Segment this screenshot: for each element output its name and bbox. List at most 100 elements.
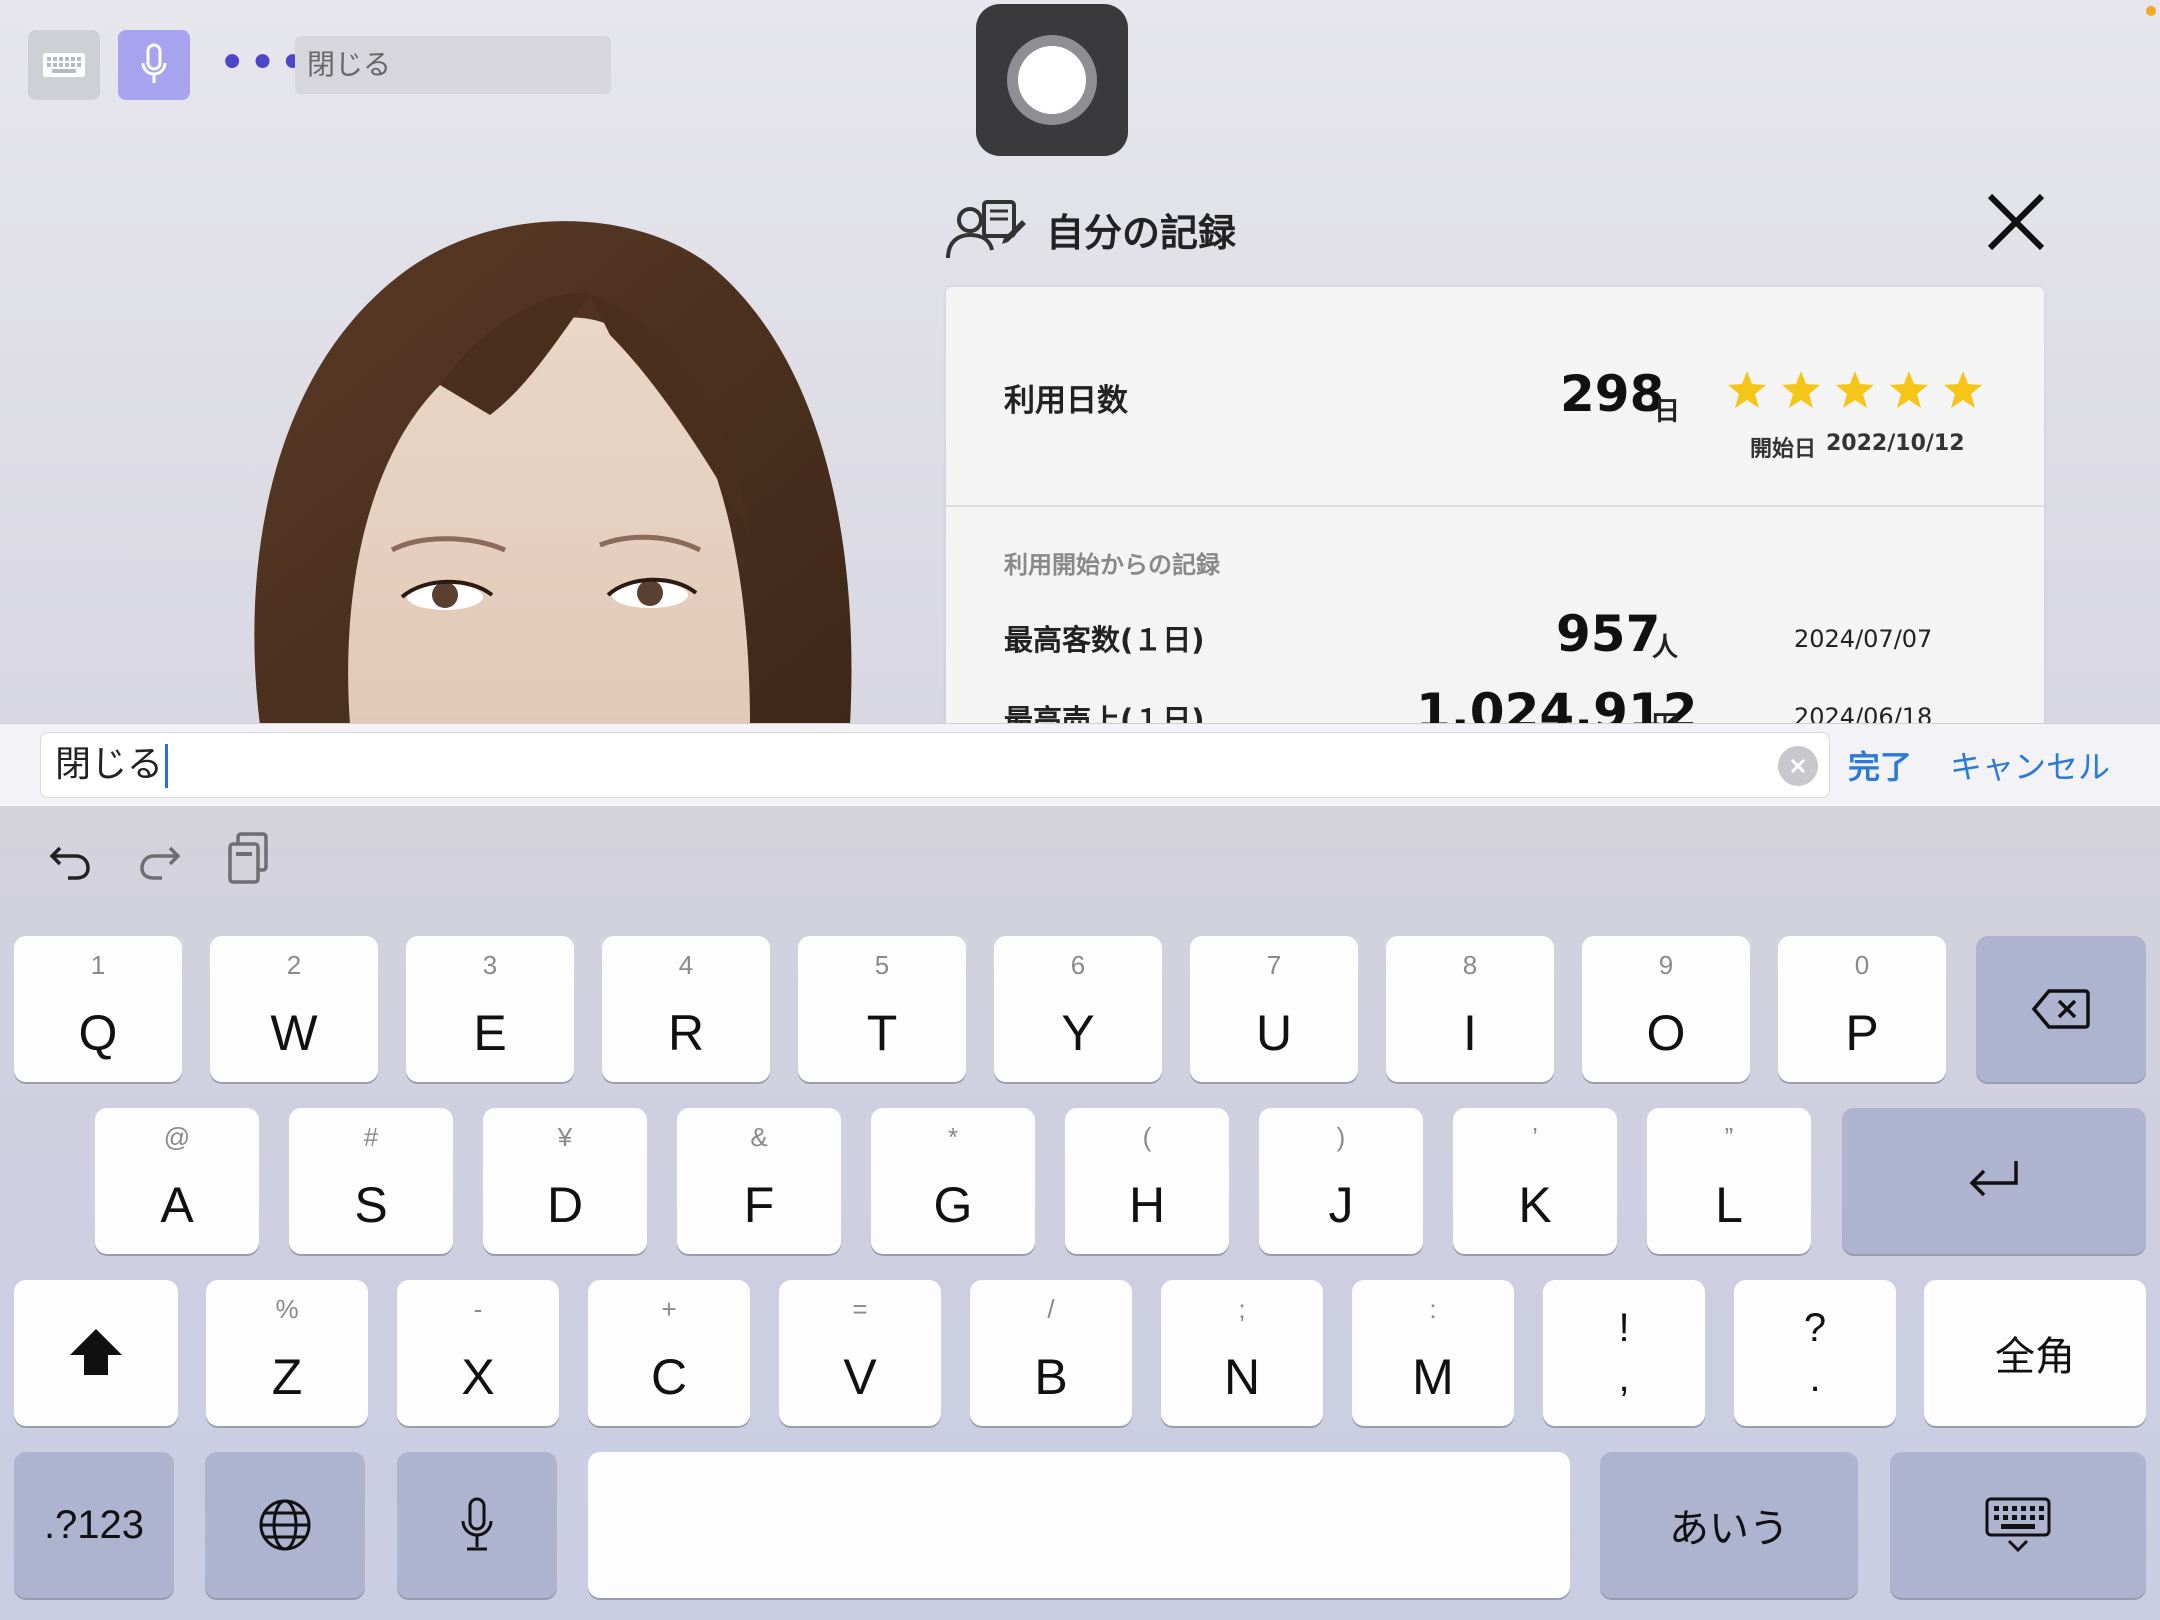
software-keyboard: 1 Q 2 W 3 E 4 R 5 T 6 Y 7 U 8 I 9 O 0 P @ A # S ¥ D & F * G(H) J’ K” L% Z… — [0, 806, 2160, 1620]
key-a[interactable]: @ A — [95, 1108, 259, 1254]
key-b[interactable]: / B — [970, 1280, 1132, 1426]
key-k[interactable]: ’ K — [1453, 1108, 1617, 1254]
key-x[interactable]: -X — [397, 1280, 559, 1426]
key-p[interactable]: 0P — [1778, 936, 1946, 1082]
key-u[interactable]: 7U — [1190, 936, 1358, 1082]
close-icon[interactable] — [1984, 190, 2048, 254]
key-c[interactable]: + C — [588, 1280, 750, 1426]
key-hint: ’ — [1532, 1122, 1538, 1152]
star-icon — [1890, 371, 1928, 408]
cancel-button[interactable]: キャンセル — [1950, 742, 2110, 788]
numbers-key[interactable]: .?123 — [14, 1452, 174, 1598]
record-icon — [1007, 35, 1097, 125]
usage-days-label: 利用日数 — [1004, 383, 1128, 419]
key-m[interactable]: :M — [1352, 1280, 1514, 1426]
key-j[interactable]: ) J — [1259, 1108, 1423, 1254]
key-r[interactable]: 4R — [602, 936, 770, 1082]
dictation-key[interactable] — [397, 1452, 557, 1598]
backspace-key[interactable] — [1976, 936, 2146, 1082]
backspace-icon — [2031, 989, 2090, 1029]
key-label: O — [1646, 1005, 1686, 1061]
undo-icon[interactable] — [46, 834, 94, 882]
key-hint: + — [661, 1294, 677, 1324]
key-label: .?123 — [43, 1502, 145, 1547]
text-input[interactable]: 閉じる — [40, 732, 1830, 798]
key-hint: - — [473, 1294, 483, 1324]
key-t[interactable]: 5T — [798, 936, 966, 1082]
clear-text-button[interactable] — [1778, 746, 1818, 786]
redo-icon[interactable] — [136, 834, 184, 882]
text-input-bar: 閉じる 完了 キャンセル — [0, 723, 2160, 806]
record-unit: 人 — [1652, 633, 1679, 663]
shift-key[interactable] — [14, 1280, 178, 1426]
done-button[interactable]: 完了 — [1848, 742, 1912, 788]
key-i[interactable]: 8I — [1386, 936, 1554, 1082]
fullwidth-key[interactable]: 全角 — [1924, 1280, 2146, 1426]
record-unit: 円 — [1652, 705, 1678, 723]
start-date-value: 2022/10/12 — [1826, 431, 1965, 456]
key-hint: 9 — [1658, 950, 1674, 980]
key-hint: # — [363, 1122, 379, 1152]
key-hint: 4 — [678, 950, 694, 980]
keyboard-dismiss-icon — [1985, 1497, 2051, 1553]
key-label: Y — [1061, 1005, 1095, 1061]
key-e[interactable]: 3E — [406, 936, 574, 1082]
star-icon — [1782, 371, 1820, 408]
key-v[interactable]: = V — [779, 1280, 941, 1426]
hide-keyboard-key[interactable] — [1890, 1452, 2146, 1598]
key-label: H — [1128, 1177, 1166, 1233]
key-label: D — [546, 1177, 584, 1233]
key-o[interactable]: 9O — [1582, 936, 1750, 1082]
top-text-field[interactable]: 閉じる — [295, 36, 611, 94]
usage-days-unit: 日 — [1654, 397, 1681, 427]
rating-stars — [1726, 369, 1984, 411]
key-label: S — [354, 1177, 388, 1233]
text-caret — [165, 744, 169, 788]
key-label: T — [866, 1005, 898, 1061]
key-exclamation[interactable]: !, — [1543, 1280, 1705, 1426]
key-f[interactable]: & F — [677, 1108, 841, 1254]
clear-icon — [1790, 758, 1806, 774]
key-label: B — [1034, 1349, 1068, 1405]
key-label: G — [933, 1177, 973, 1233]
key-y[interactable]: 6Y — [994, 936, 1162, 1082]
key-l[interactable]: ” L — [1647, 1108, 1811, 1254]
key-h[interactable]: (H — [1065, 1108, 1229, 1254]
record-button[interactable] — [976, 4, 1128, 156]
start-date-label: 開始日 — [1750, 437, 1817, 462]
key-hint: & — [750, 1122, 768, 1152]
key-label: E — [473, 1005, 507, 1061]
key-q[interactable]: 1Q — [14, 936, 182, 1082]
section-title: 利用開始からの記録 — [1004, 551, 1220, 579]
star-icon — [1944, 371, 1982, 408]
key-z[interactable]: % Z — [206, 1280, 368, 1426]
key-n[interactable]: ; N — [1161, 1280, 1323, 1426]
key-d[interactable]: ¥ D — [483, 1108, 647, 1254]
keyboard-toggle-button[interactable] — [28, 30, 100, 100]
key-hint: / — [1047, 1294, 1055, 1324]
key-label: X — [461, 1349, 495, 1405]
record-label: 最高客数(１日) — [1004, 623, 1205, 657]
key-w[interactable]: 2W — [210, 936, 378, 1082]
microphone-button[interactable] — [118, 30, 190, 100]
globe-key[interactable] — [205, 1452, 365, 1598]
key-hint: @ — [163, 1122, 191, 1152]
key-question[interactable]: ?. — [1734, 1280, 1896, 1426]
key-label: U — [1255, 1005, 1293, 1061]
kana-key[interactable]: あいう — [1600, 1452, 1858, 1598]
person-document-icon — [946, 200, 1026, 259]
usage-days-value: 298 — [1560, 365, 1665, 423]
microphone-icon — [461, 1497, 493, 1551]
key-label: L — [1715, 1177, 1743, 1233]
key-label-top: ! — [1618, 1306, 1630, 1350]
app-background: ••• 閉じる 自分の記録 利用日数 298 日 開始日 2022/10/12 … — [0, 0, 2160, 723]
paste-icon[interactable] — [226, 832, 270, 884]
key-label-bottom: , — [1618, 1356, 1630, 1400]
return-key[interactable] — [1842, 1108, 2146, 1254]
key-label: N — [1223, 1349, 1261, 1405]
card-divider — [946, 505, 2044, 507]
key-hint: ) — [1336, 1122, 1346, 1152]
key-s[interactable]: # S — [289, 1108, 453, 1254]
key-g[interactable]: * G — [871, 1108, 1035, 1254]
space-key[interactable] — [588, 1452, 1570, 1598]
